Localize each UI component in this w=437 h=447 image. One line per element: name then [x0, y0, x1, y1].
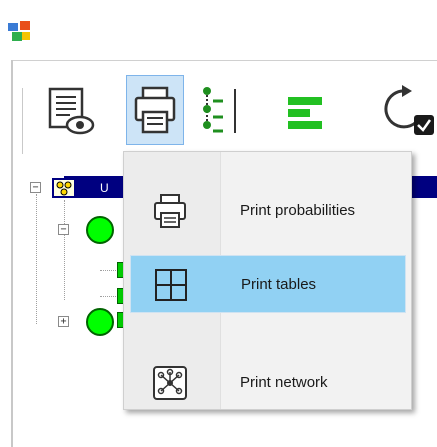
- menu-item-print-network[interactable]: Print network: [130, 354, 406, 412]
- view-document-button[interactable]: [42, 75, 104, 145]
- menu-item-print-tables[interactable]: Print tables: [130, 255, 406, 313]
- expand-icon[interactable]: +: [58, 316, 69, 327]
- collapse-icon[interactable]: −: [30, 182, 41, 193]
- refresh-button[interactable]: [366, 75, 437, 145]
- collapse-icon[interactable]: −: [58, 224, 69, 235]
- window-top-bar: [0, 0, 437, 18]
- tree-structure-button[interactable]: [193, 75, 245, 145]
- refresh-check-icon: [384, 85, 434, 135]
- network-icon: [153, 366, 187, 400]
- tree-guide-line: [64, 200, 65, 300]
- node-oval-icon[interactable]: [86, 308, 114, 336]
- frame-top-border: [11, 60, 437, 61]
- table-grid-icon: [155, 269, 187, 301]
- printer-icon: [134, 86, 176, 134]
- print-dropdown-menu: Print probabilities Print tables Print n…: [123, 151, 412, 410]
- tree-structure-icon: [203, 87, 236, 133]
- app-logo-icon: [8, 21, 30, 41]
- menu-item-label: Print tables: [241, 276, 317, 293]
- network-node-icon: [52, 178, 76, 198]
- menu-item-print-probabilities[interactable]: Print probabilities: [130, 182, 406, 240]
- document-view-icon: [48, 87, 95, 135]
- tree-guide-line: [36, 194, 37, 324]
- menu-item-label: Print probabilities: [240, 202, 356, 219]
- menu-item-label: Print network: [240, 374, 328, 391]
- printer-icon: [154, 194, 186, 228]
- bar-chart-button[interactable]: [276, 75, 334, 145]
- toolbar-separator: [22, 88, 23, 154]
- tree-root-label: U: [100, 181, 109, 195]
- node-oval-icon[interactable]: [86, 216, 114, 244]
- print-button[interactable]: [126, 75, 184, 145]
- bar-chart-icon: [288, 97, 322, 129]
